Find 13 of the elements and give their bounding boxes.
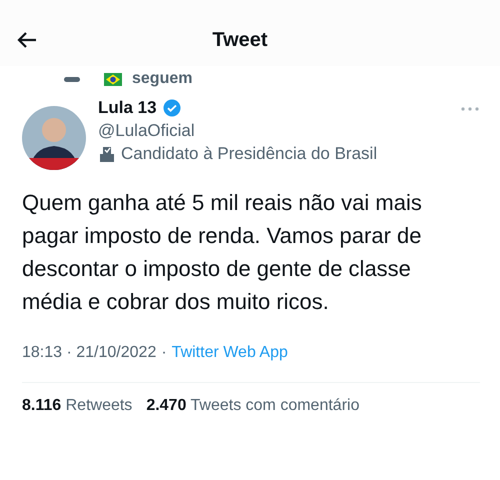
author-name[interactable]: Lula 13 <box>98 98 157 118</box>
context-label: seguem <box>132 70 192 88</box>
tweet-text: Quem ganha até 5 mil reais não vai mais pagar imposto de renda. Vamos parar de descontar o imposto de gente de classe média e cobrar dos muito ricos. <box>22 189 423 316</box>
thread-line <box>64 76 80 82</box>
flag-icon <box>104 72 122 86</box>
tweet-timestamp: 18:13 · 21/10/2022 <box>22 344 156 362</box>
page-title: Tweet <box>211 28 269 52</box>
author-bio: Candidato à Presidência do Brasil <box>121 144 378 164</box>
stat-count[interactable]: 8.116 Retweets <box>22 397 132 415</box>
separator-dot: · <box>161 344 167 362</box>
stat-count[interactable]: 2.470 Tweets com comentário <box>146 397 360 415</box>
ballot-box-icon <box>98 145 116 163</box>
author-handle: @LulaOficial <box>98 121 196 141</box>
